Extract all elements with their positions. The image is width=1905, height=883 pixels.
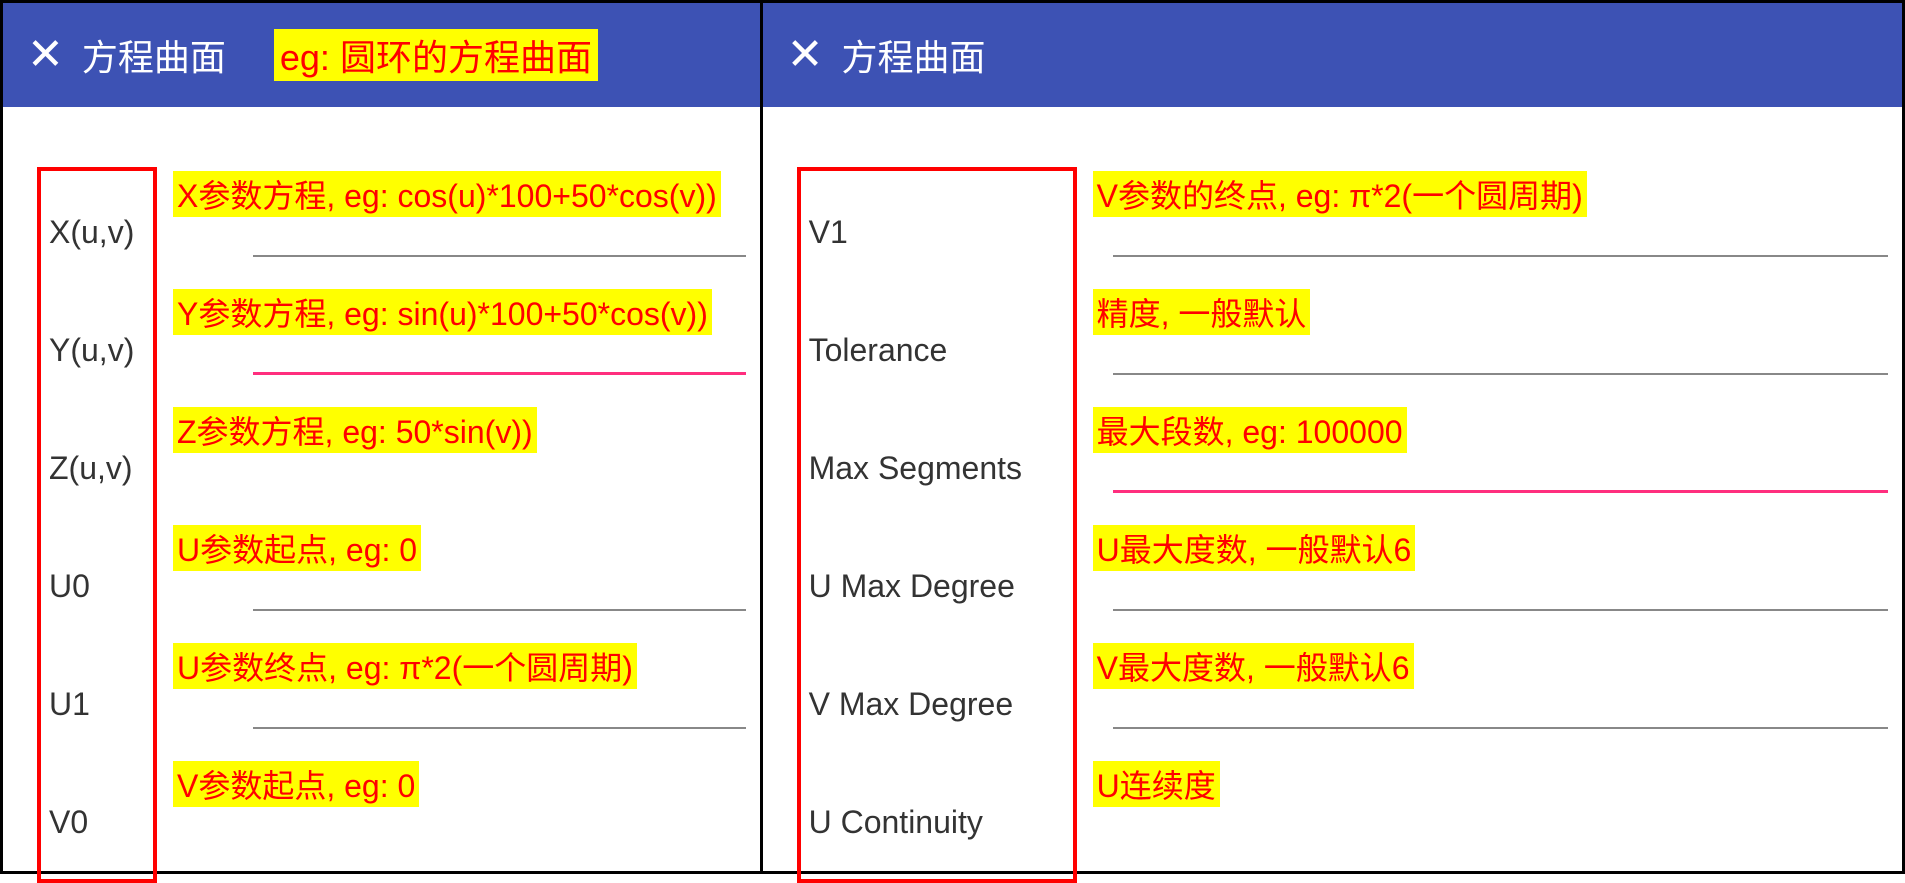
input-underline[interactable] [1113, 255, 1888, 257]
field-label-u1: U1 [41, 643, 153, 761]
input-underline[interactable] [253, 372, 746, 375]
input-underline[interactable] [253, 727, 746, 729]
annot-row: V参数起点, eg: 0 [173, 755, 750, 873]
input-underline[interactable] [253, 255, 746, 257]
annotation-tolerance: 精度, 一般默认 [1093, 289, 1311, 335]
field-label-vmaxdeg: V Max Degree [801, 643, 1073, 761]
annotation-x: X参数方程, eg: cos(u)*100+50*cos(v)) [173, 171, 721, 217]
app-frame: ✕ 方程曲面 eg: 圆环的方程曲面 X(u,v) Y(u,v) Z(u,v) … [0, 0, 1905, 874]
body-left: X(u,v) Y(u,v) Z(u,v) U0 U1 V0 X参数方程, eg:… [3, 107, 760, 871]
field-label-v0: V0 [41, 761, 153, 879]
input-underline[interactable] [1113, 609, 1888, 611]
input-underline[interactable] [1113, 490, 1888, 493]
annot-row: 最大段数, eg: 100000 [1093, 401, 1892, 519]
header-left: ✕ 方程曲面 eg: 圆环的方程曲面 [3, 3, 760, 107]
annot-row: 精度, 一般默认 [1093, 283, 1892, 401]
body-right: V1 Tolerance Max Segments U Max Degree V… [763, 107, 1902, 871]
input-underline[interactable] [253, 609, 746, 611]
field-label-y: Y(u,v) [41, 289, 153, 407]
field-label-umaxdeg: U Max Degree [801, 525, 1073, 643]
annot-col-right: V参数的终点, eg: π*2(一个圆周期) 精度, 一般默认 最大段数, eg… [1093, 165, 1892, 873]
close-icon[interactable]: ✕ [27, 33, 64, 77]
annot-row: X参数方程, eg: cos(u)*100+50*cos(v)) [173, 165, 750, 283]
annot-row: V参数的终点, eg: π*2(一个圆周期) [1093, 165, 1892, 283]
annot-row: Z参数方程, eg: 50*sin(v)) [173, 401, 750, 519]
field-label-x: X(u,v) [41, 171, 153, 289]
input-underline[interactable] [1113, 727, 1888, 729]
annotation-vmaxdeg: V最大度数, 一般默认6 [1093, 643, 1414, 689]
field-labels-right: V1 Tolerance Max Segments U Max Degree V… [797, 167, 1077, 883]
panel-left: ✕ 方程曲面 eg: 圆环的方程曲面 X(u,v) Y(u,v) Z(u,v) … [3, 3, 763, 871]
annotation-v0: V参数起点, eg: 0 [173, 761, 419, 807]
annot-row: V最大度数, 一般默认6 [1093, 637, 1892, 755]
field-label-tolerance: Tolerance [801, 289, 1073, 407]
annot-row: U最大度数, 一般默认6 [1093, 519, 1892, 637]
panel-title-right: 方程曲面 [841, 29, 985, 81]
close-icon[interactable]: ✕ [787, 33, 824, 77]
field-label-maxseg: Max Segments [801, 407, 1073, 525]
field-labels-left: X(u,v) Y(u,v) Z(u,v) U0 U1 V0 [37, 167, 157, 883]
field-label-ucont: U Continuity [801, 761, 1073, 879]
annotation-v1: V参数的终点, eg: π*2(一个圆周期) [1093, 171, 1587, 217]
panel-right: ✕ 方程曲面 V1 Tolerance Max Segments U Max D… [763, 3, 1902, 871]
annotation-z: Z参数方程, eg: 50*sin(v)) [173, 407, 537, 453]
annot-row: U参数起点, eg: 0 [173, 519, 750, 637]
annotation-u1: U参数终点, eg: π*2(一个圆周期) [173, 643, 637, 689]
annotation-y: Y参数方程, eg: sin(u)*100+50*cos(v)) [173, 289, 712, 335]
annotation-ucont: U连续度 [1093, 761, 1220, 807]
annotation-maxseg: 最大段数, eg: 100000 [1093, 407, 1407, 453]
header-right: ✕ 方程曲面 [763, 3, 1902, 107]
annotation-umaxdeg: U最大度数, 一般默认6 [1093, 525, 1416, 571]
annotation-u0: U参数起点, eg: 0 [173, 525, 421, 571]
input-underline[interactable] [1113, 373, 1888, 375]
panel-title-left: 方程曲面 [82, 29, 226, 81]
field-label-v1: V1 [801, 171, 1073, 289]
annot-row: Y参数方程, eg: sin(u)*100+50*cos(v)) [173, 283, 750, 401]
annot-row: U连续度 [1093, 755, 1892, 873]
title-annotation-left: eg: 圆环的方程曲面 [274, 29, 598, 81]
annot-row: U参数终点, eg: π*2(一个圆周期) [173, 637, 750, 755]
field-label-z: Z(u,v) [41, 407, 153, 525]
field-label-u0: U0 [41, 525, 153, 643]
annot-col-left: X参数方程, eg: cos(u)*100+50*cos(v)) Y参数方程, … [173, 165, 750, 873]
